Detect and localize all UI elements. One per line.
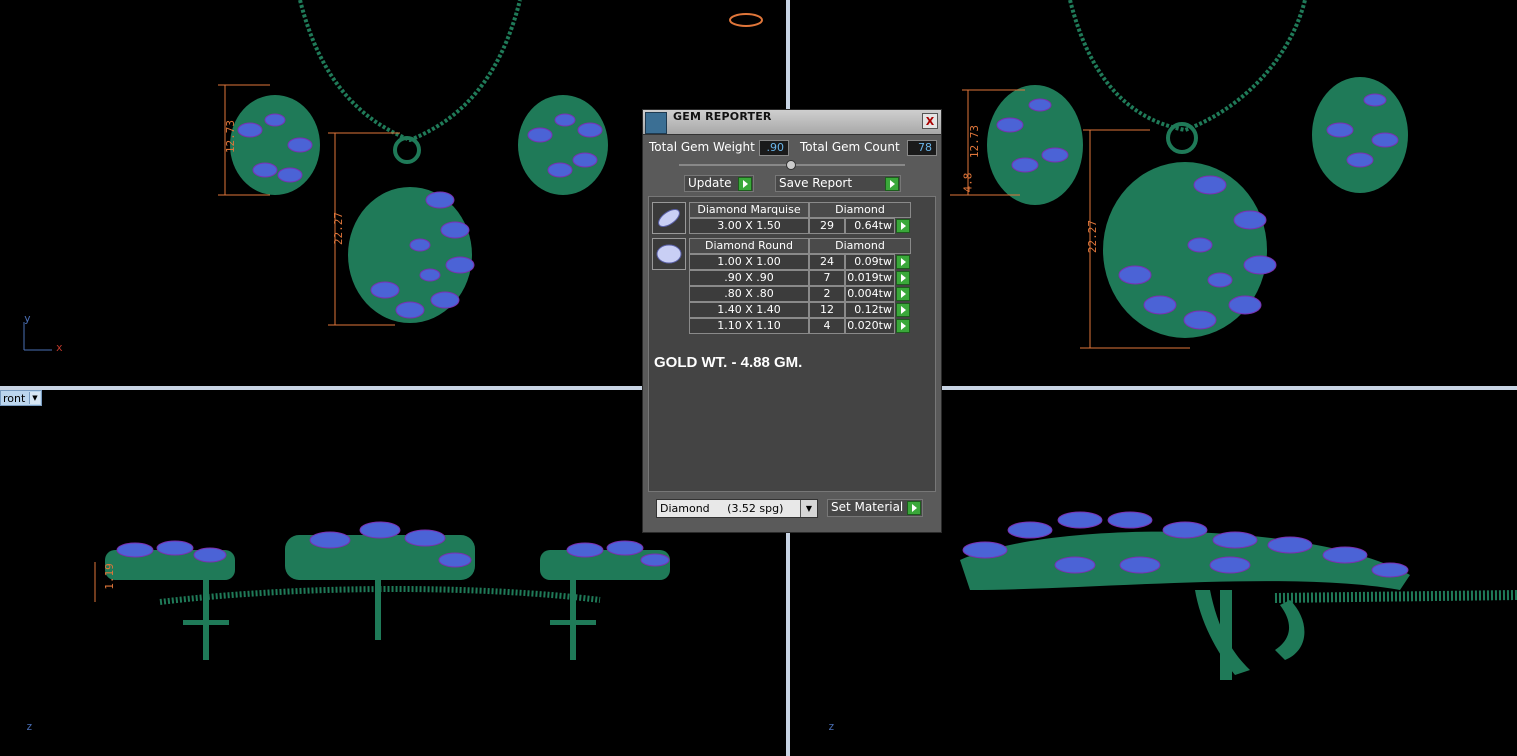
round-weight: 0.004tw xyxy=(845,286,895,302)
select-round-button[interactable] xyxy=(896,303,910,317)
update-label: Update xyxy=(688,176,732,190)
z-axis-label: z xyxy=(828,720,835,733)
gold-weight-note: GOLD WT. - 4.88 GM. xyxy=(654,354,803,371)
marquise-weight: 0.64tw xyxy=(845,218,895,234)
round-material-header: Diamond xyxy=(809,238,911,254)
save-report-label: Save Report xyxy=(779,176,853,190)
round-weight: 0.020tw xyxy=(845,318,895,334)
total-gem-count-label: Total Gem Count xyxy=(800,140,900,154)
select-round-button[interactable] xyxy=(896,319,910,333)
select-round-button[interactable] xyxy=(896,287,910,301)
round-size: .80 X .80 xyxy=(689,286,809,302)
marquise-gem-icon xyxy=(652,202,686,234)
select-round-button[interactable] xyxy=(896,255,910,269)
total-gem-count-field[interactable]: 78 xyxy=(907,140,937,156)
dimension-label: 22.27 xyxy=(332,211,346,246)
total-gem-weight-field[interactable]: .90 xyxy=(759,140,789,156)
dimension-label: 12.73 xyxy=(968,124,982,159)
gem-report-panel: Diamond Marquise Diamond 3.00 X 1.50 29 … xyxy=(648,196,936,492)
view-name-label: ront xyxy=(3,391,26,405)
select-marquise-button[interactable] xyxy=(896,219,910,233)
view-name-dropdown[interactable]: ront ▼ xyxy=(0,390,42,406)
round-count: 2 xyxy=(809,286,845,302)
chevron-down-icon: ▼ xyxy=(29,392,40,404)
marquise-material-header: Diamond xyxy=(809,202,911,218)
play-icon xyxy=(907,501,921,515)
round-count: 4 xyxy=(809,318,845,334)
round-size: 1.10 X 1.10 xyxy=(689,318,809,334)
x-axis-label: x xyxy=(56,341,63,354)
round-weight: 0.019tw xyxy=(845,270,895,286)
round-shape-header: Diamond Round xyxy=(689,238,809,254)
play-icon xyxy=(738,177,752,191)
close-button[interactable]: X xyxy=(922,113,938,129)
dialog-title: GEM REPORTER xyxy=(673,110,772,123)
round-count: 24 xyxy=(809,254,845,270)
gem-reporter-logo-icon xyxy=(645,112,667,134)
material-select[interactable]: Diamond (3.52 spg) ▼ xyxy=(656,499,818,518)
dialog-title-bar[interactable]: GEM REPORTER X xyxy=(643,110,941,135)
round-count: 7 xyxy=(809,270,845,286)
dimension-label: 22.27 xyxy=(1086,219,1100,254)
material-select-value: Diamond (3.52 spg) xyxy=(660,502,784,515)
marquise-count: 29 xyxy=(809,218,845,234)
round-size: 1.40 X 1.40 xyxy=(689,302,809,318)
dimension-label: 4.8 xyxy=(961,172,975,193)
set-material-button[interactable]: Set Material xyxy=(827,499,923,517)
dimension-label: 1.19 xyxy=(102,563,116,590)
chevron-down-icon: ▼ xyxy=(800,500,817,517)
round-weight: 0.09tw xyxy=(845,254,895,270)
round-size: 1.00 X 1.00 xyxy=(689,254,809,270)
dimension-label: 12.73 xyxy=(224,119,238,154)
round-weight: 0.12tw xyxy=(845,302,895,318)
total-gem-weight-label: Total Gem Weight xyxy=(649,140,755,154)
round-size: .90 X .90 xyxy=(689,270,809,286)
marquise-shape-header: Diamond Marquise xyxy=(689,202,809,218)
report-slider-knob[interactable] xyxy=(786,160,796,170)
gem-reporter-dialog: GEM REPORTER X Total Gem Weight .90 Tota… xyxy=(642,109,942,533)
z-axis-label: z xyxy=(26,720,33,733)
set-material-label: Set Material xyxy=(831,500,904,514)
play-icon xyxy=(885,177,899,191)
save-report-button[interactable]: Save Report xyxy=(775,175,901,192)
select-round-button[interactable] xyxy=(896,271,910,285)
marquise-size: 3.00 X 1.50 xyxy=(689,218,809,234)
y-axis-label: y xyxy=(24,312,31,325)
update-button[interactable]: Update xyxy=(684,175,754,192)
round-gem-icon xyxy=(652,238,686,270)
round-count: 12 xyxy=(809,302,845,318)
